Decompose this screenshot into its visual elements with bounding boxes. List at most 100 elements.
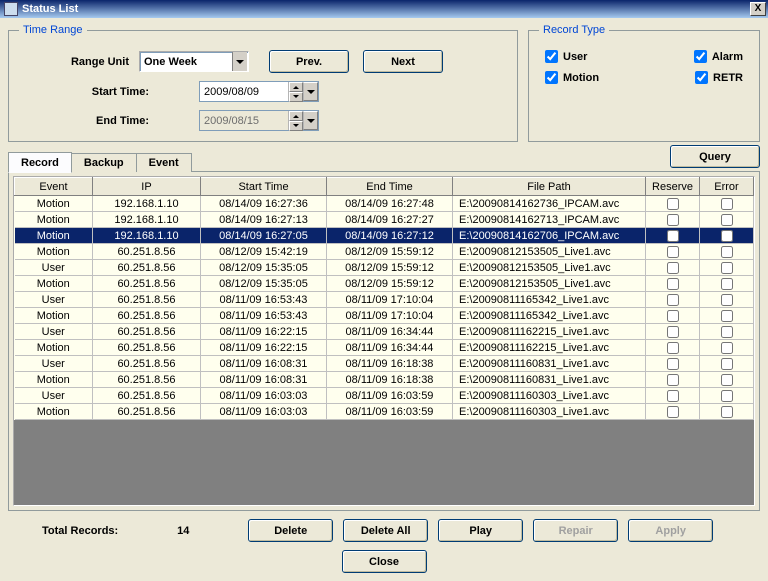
query-button[interactable]: Query bbox=[670, 145, 760, 168]
motion-checkbox[interactable]: Motion bbox=[545, 71, 599, 84]
col-error[interactable]: Error bbox=[700, 178, 754, 196]
spin-down-icon[interactable] bbox=[289, 121, 303, 131]
reserve-checkbox[interactable] bbox=[667, 406, 679, 418]
error-checkbox[interactable] bbox=[721, 230, 733, 242]
cell-error[interactable] bbox=[700, 276, 754, 292]
cell-error[interactable] bbox=[700, 340, 754, 356]
error-checkbox[interactable] bbox=[721, 374, 733, 386]
cell-reserve[interactable] bbox=[646, 308, 700, 324]
col-reserve[interactable]: Reserve bbox=[646, 178, 700, 196]
reserve-checkbox[interactable] bbox=[667, 198, 679, 210]
chevron-down-icon[interactable] bbox=[303, 82, 318, 101]
cell-reserve[interactable] bbox=[646, 196, 700, 212]
range-unit-value[interactable] bbox=[140, 52, 232, 71]
cell-reserve[interactable] bbox=[646, 356, 700, 372]
reserve-checkbox[interactable] bbox=[667, 326, 679, 338]
reserve-checkbox[interactable] bbox=[667, 342, 679, 354]
chevron-down-icon[interactable] bbox=[303, 111, 318, 130]
table-row[interactable]: Motion60.251.8.5608/11/09 16:08:3108/11/… bbox=[15, 372, 754, 388]
error-checkbox[interactable] bbox=[721, 294, 733, 306]
col-ip[interactable]: IP bbox=[93, 178, 201, 196]
next-button[interactable]: Next bbox=[363, 50, 443, 73]
reserve-checkbox[interactable] bbox=[667, 390, 679, 402]
error-checkbox[interactable] bbox=[721, 246, 733, 258]
error-checkbox[interactable] bbox=[721, 262, 733, 274]
reserve-checkbox[interactable] bbox=[667, 374, 679, 386]
chevron-down-icon[interactable] bbox=[232, 52, 247, 71]
cell-reserve[interactable] bbox=[646, 340, 700, 356]
cell-reserve[interactable] bbox=[646, 212, 700, 228]
close-icon[interactable]: X bbox=[750, 2, 766, 16]
cell-error[interactable] bbox=[700, 244, 754, 260]
cell-error[interactable] bbox=[700, 292, 754, 308]
cell-error[interactable] bbox=[700, 228, 754, 244]
cell-reserve[interactable] bbox=[646, 388, 700, 404]
delete-all-button[interactable]: Delete All bbox=[343, 519, 428, 542]
error-checkbox[interactable] bbox=[721, 342, 733, 354]
cell-reserve[interactable] bbox=[646, 324, 700, 340]
cell-error[interactable] bbox=[700, 324, 754, 340]
table-row[interactable]: Motion192.168.1.1008/14/09 16:27:0508/14… bbox=[15, 228, 754, 244]
cell-error[interactable] bbox=[700, 196, 754, 212]
reserve-checkbox[interactable] bbox=[667, 230, 679, 242]
table-row[interactable]: Motion192.168.1.1008/14/09 16:27:3608/14… bbox=[15, 196, 754, 212]
error-checkbox[interactable] bbox=[721, 214, 733, 226]
cell-error[interactable] bbox=[700, 356, 754, 372]
table-row[interactable]: User60.251.8.5608/11/09 16:53:4308/11/09… bbox=[15, 292, 754, 308]
error-checkbox[interactable] bbox=[721, 358, 733, 370]
spin-down-icon[interactable] bbox=[289, 92, 303, 102]
reserve-checkbox[interactable] bbox=[667, 294, 679, 306]
cell-reserve[interactable] bbox=[646, 292, 700, 308]
col-event[interactable]: Event bbox=[15, 178, 93, 196]
table-row[interactable]: User60.251.8.5608/11/09 16:03:0308/11/09… bbox=[15, 388, 754, 404]
cell-reserve[interactable] bbox=[646, 244, 700, 260]
cell-error[interactable] bbox=[700, 260, 754, 276]
spin-up-icon[interactable] bbox=[289, 82, 303, 92]
table-row[interactable]: User60.251.8.5608/11/09 16:08:3108/11/09… bbox=[15, 356, 754, 372]
error-checkbox[interactable] bbox=[721, 406, 733, 418]
table-row[interactable]: User60.251.8.5608/12/09 15:35:0508/12/09… bbox=[15, 260, 754, 276]
retr-checkbox[interactable]: RETR bbox=[695, 71, 743, 84]
col-start[interactable]: Start Time bbox=[201, 178, 327, 196]
cell-error[interactable] bbox=[700, 388, 754, 404]
col-end[interactable]: End Time bbox=[327, 178, 453, 196]
alarm-checkbox[interactable]: Alarm bbox=[694, 50, 743, 63]
cell-error[interactable] bbox=[700, 212, 754, 228]
tab-backup[interactable]: Backup bbox=[71, 153, 137, 172]
cell-reserve[interactable] bbox=[646, 228, 700, 244]
cell-error[interactable] bbox=[700, 404, 754, 420]
cell-reserve[interactable] bbox=[646, 260, 700, 276]
table-row[interactable]: Motion60.251.8.5608/12/09 15:35:0508/12/… bbox=[15, 276, 754, 292]
records-grid[interactable]: Event IP Start Time End Time File Path R… bbox=[13, 176, 755, 506]
error-checkbox[interactable] bbox=[721, 390, 733, 402]
error-checkbox[interactable] bbox=[721, 278, 733, 290]
user-checkbox[interactable]: User bbox=[545, 50, 587, 63]
tab-record[interactable]: Record bbox=[8, 152, 72, 173]
table-row[interactable]: Motion192.168.1.1008/14/09 16:27:1308/14… bbox=[15, 212, 754, 228]
table-row[interactable]: Motion60.251.8.5608/11/09 16:22:1508/11/… bbox=[15, 340, 754, 356]
cell-error[interactable] bbox=[700, 308, 754, 324]
reserve-checkbox[interactable] bbox=[667, 358, 679, 370]
error-checkbox[interactable] bbox=[721, 310, 733, 322]
reserve-checkbox[interactable] bbox=[667, 278, 679, 290]
reserve-checkbox[interactable] bbox=[667, 214, 679, 226]
start-time-input[interactable] bbox=[199, 81, 319, 102]
table-row[interactable]: Motion60.251.8.5608/11/09 16:53:4308/11/… bbox=[15, 308, 754, 324]
range-unit-combo[interactable] bbox=[139, 51, 249, 72]
table-row[interactable]: Motion60.251.8.5608/12/09 15:42:1908/12/… bbox=[15, 244, 754, 260]
table-row[interactable]: Motion60.251.8.5608/11/09 16:03:0308/11/… bbox=[15, 404, 754, 420]
cell-error[interactable] bbox=[700, 372, 754, 388]
reserve-checkbox[interactable] bbox=[667, 310, 679, 322]
reserve-checkbox[interactable] bbox=[667, 246, 679, 258]
cell-reserve[interactable] bbox=[646, 372, 700, 388]
reserve-checkbox[interactable] bbox=[667, 262, 679, 274]
start-time-value[interactable] bbox=[200, 82, 288, 101]
cell-reserve[interactable] bbox=[646, 404, 700, 420]
delete-button[interactable]: Delete bbox=[248, 519, 333, 542]
tab-event[interactable]: Event bbox=[136, 153, 192, 172]
play-button[interactable]: Play bbox=[438, 519, 523, 542]
error-checkbox[interactable] bbox=[721, 326, 733, 338]
spin-up-icon[interactable] bbox=[289, 111, 303, 121]
table-row[interactable]: User60.251.8.5608/11/09 16:22:1508/11/09… bbox=[15, 324, 754, 340]
prev-button[interactable]: Prev. bbox=[269, 50, 349, 73]
